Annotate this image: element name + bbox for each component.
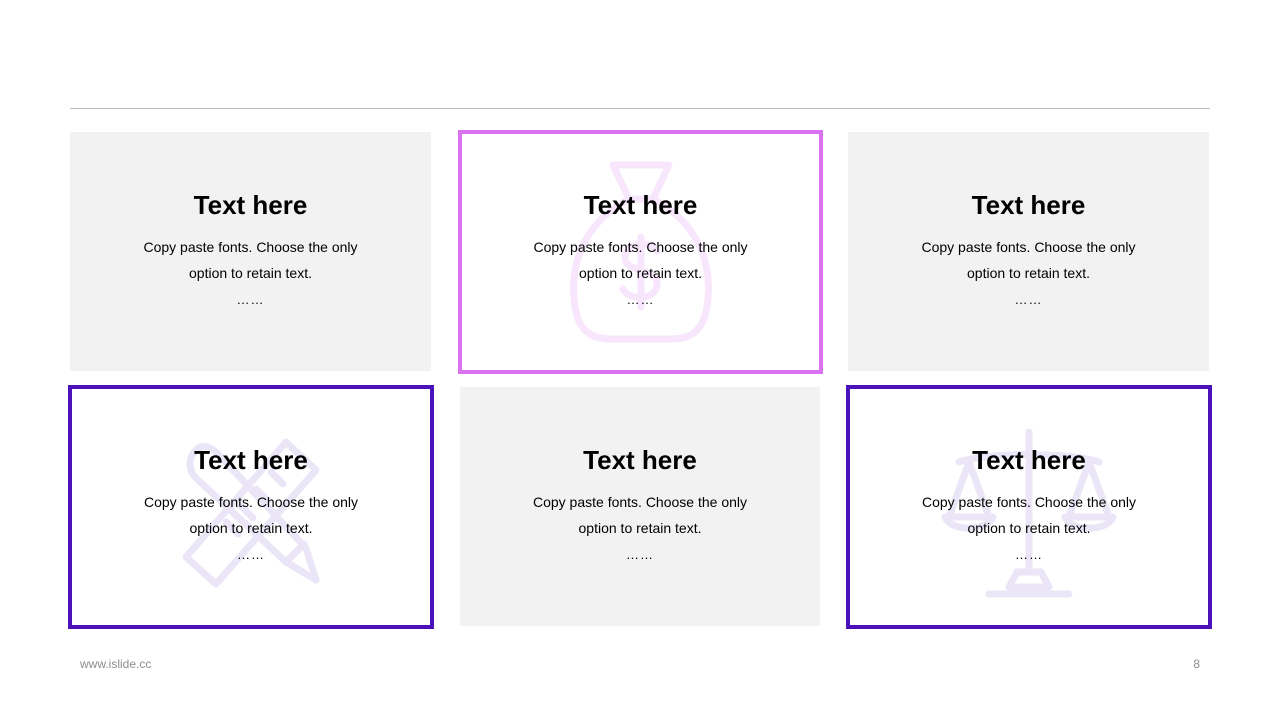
- card-1-content: Text here Copy paste fonts. Choose the o…: [70, 132, 431, 371]
- card-ellipsis: ……: [1015, 547, 1043, 562]
- slide: Text here Copy paste fonts. Choose the o…: [0, 0, 1280, 720]
- card-body: Copy paste fonts. Choose the only option…: [532, 494, 748, 536]
- card-2-content: Text here Copy paste fonts. Choose the o…: [462, 134, 819, 370]
- card-ellipsis: ……: [236, 292, 265, 307]
- card-4-content: Text here Copy paste fonts. Choose the o…: [72, 389, 430, 625]
- card-body: Copy paste fonts. Choose the only option…: [921, 239, 1136, 281]
- card-title: Text here: [583, 190, 698, 220]
- top-divider: [70, 108, 1210, 109]
- card-title: Text here: [972, 445, 1086, 475]
- card-title: Text here: [971, 190, 1086, 220]
- card-body: Copy paste fonts. Choose the only option…: [921, 494, 1137, 536]
- card-ellipsis: ……: [626, 292, 655, 307]
- card-body: Copy paste fonts. Choose the only option…: [143, 494, 359, 536]
- card-6-content: Text here Copy paste fonts. Choose the o…: [850, 389, 1208, 625]
- card-body: Copy paste fonts. Choose the only option…: [533, 239, 748, 281]
- card-title: Text here: [194, 445, 308, 475]
- page-number: 8: [1193, 657, 1200, 671]
- footer-website: www.islide.cc: [80, 657, 152, 671]
- card-5: Text here Copy paste fonts. Choose the o…: [460, 387, 820, 626]
- card-4: Text here Copy paste fonts. Choose the o…: [68, 385, 434, 629]
- card-title: Text here: [583, 445, 697, 475]
- card-3: Text here Copy paste fonts. Choose the o…: [848, 132, 1209, 371]
- card-ellipsis: ……: [626, 547, 654, 562]
- card-5-content: Text here Copy paste fonts. Choose the o…: [460, 387, 820, 626]
- card-6: Text here Copy paste fonts. Choose the o…: [846, 385, 1212, 629]
- card-title: Text here: [193, 190, 308, 220]
- card-1: Text here Copy paste fonts. Choose the o…: [70, 132, 431, 371]
- card-body: Copy paste fonts. Choose the only option…: [143, 239, 358, 281]
- card-2: Text here Copy paste fonts. Choose the o…: [458, 130, 823, 374]
- card-3-content: Text here Copy paste fonts. Choose the o…: [848, 132, 1209, 371]
- card-ellipsis: ……: [237, 547, 265, 562]
- card-ellipsis: ……: [1014, 292, 1043, 307]
